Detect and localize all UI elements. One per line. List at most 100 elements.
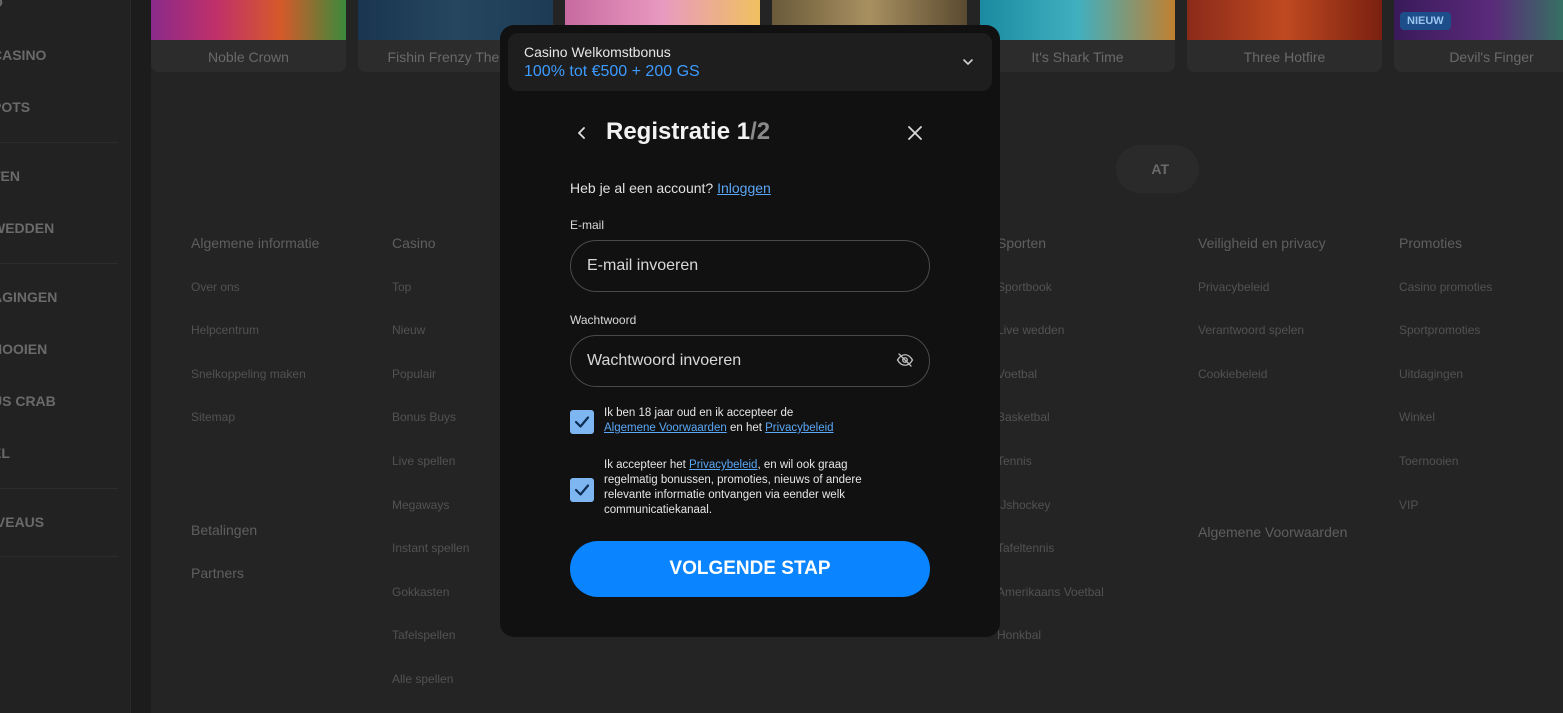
footer-link[interactable]: Amerikaans Voetbal (997, 585, 1104, 599)
footer-heading: Promoties (1399, 235, 1463, 251)
game-card[interactable]: Three Hotfire (1187, 0, 1382, 72)
sidebar-divider (0, 488, 118, 489)
footer-heading: Veiligheid en privacy (1198, 235, 1326, 251)
game-card[interactable]: Noble Crown (151, 0, 346, 72)
footer-link[interactable]: Over ons (191, 280, 240, 294)
new-badge: NIEUW (1400, 12, 1451, 30)
close-icon[interactable] (903, 121, 927, 145)
game-thumbnail (1187, 0, 1382, 40)
privacy-link[interactable]: Privacybeleid (765, 422, 833, 434)
footer-link[interactable]: Helpcentrum (191, 323, 259, 337)
footer-link[interactable]: Snelkoppeling maken (191, 367, 306, 381)
email-label: E-mail (570, 218, 605, 232)
footer-link[interactable]: VIP (1399, 498, 1418, 512)
sidebar-item-jackpots[interactable]: POTS (0, 99, 30, 115)
footer-link[interactable]: Toernooien (1399, 454, 1458, 468)
footer-link[interactable]: Casino promoties (1399, 280, 1492, 294)
footer-link[interactable]: Sitemap (191, 410, 235, 424)
chat-button[interactable]: AT (1116, 145, 1199, 193)
footer-payments-link[interactable]: Betalingen (191, 522, 257, 538)
game-name: Noble Crown (208, 49, 289, 65)
footer-link[interactable]: Alle spellen (392, 672, 453, 686)
footer-link[interactable]: Tafelspellen (392, 628, 455, 642)
sidebar-item-top[interactable]: O (0, 0, 3, 10)
footer-link[interactable]: Basketbal (997, 410, 1050, 424)
sidebar-divider (0, 142, 118, 143)
footer-heading: Casino (392, 235, 436, 251)
footer-heading: Sporten (997, 235, 1047, 251)
back-arrow-icon[interactable] (570, 121, 594, 145)
footer-link[interactable]: Winkel (1399, 410, 1435, 424)
bonus-value: 100% tot €500 + 200 GS (524, 63, 700, 80)
next-step-button[interactable]: VOLGENDE STAP (570, 541, 930, 597)
footer-link[interactable]: Uitdagingen (1399, 367, 1463, 381)
footer-link[interactable]: Verantwoord spelen (1198, 323, 1304, 337)
step-total: /2 (750, 118, 771, 145)
footer-link[interactable]: Honkbal (997, 628, 1041, 642)
sidebar-item-crab[interactable]: US CRAB (0, 393, 56, 409)
checkmark-icon (574, 484, 590, 496)
footer-link[interactable]: Live spellen (392, 454, 455, 468)
chevron-down-icon[interactable] (960, 54, 976, 70)
footer-link[interactable]: Tennis (997, 454, 1032, 468)
modal-title: Registratie 1/2 (606, 118, 770, 146)
sidebar: O CASINO POTS TEN WEDDEN AGINGEN NOOIEN … (0, 0, 131, 713)
game-card[interactable]: NIEUW Devil's Finger (1394, 0, 1563, 72)
sidebar-item-shop[interactable]: EL (0, 445, 10, 461)
game-thumbnail (151, 0, 346, 40)
footer-link[interactable]: Bonus Buys (392, 410, 456, 424)
email-field[interactable] (570, 240, 930, 292)
title-text: Registratie (606, 118, 737, 145)
sidebar-divider (0, 556, 118, 557)
consent2-prefix: Ik accepteer het (604, 459, 686, 471)
footer-link[interactable]: Megaways (392, 498, 449, 512)
marketing-consent-checkbox[interactable] (570, 478, 594, 502)
step-current: 1 (736, 118, 751, 145)
login-link[interactable]: Inloggen (717, 180, 771, 196)
footer-link[interactable]: Voetbal (997, 367, 1037, 381)
sidebar-item-tournaments[interactable]: NOOIEN (0, 341, 47, 357)
age-terms-checkbox[interactable] (570, 410, 594, 434)
footer-link[interactable]: Instant spellen (392, 541, 469, 555)
password-field[interactable] (570, 335, 930, 387)
game-name: Three Hotfire (1243, 49, 1326, 65)
footer-link[interactable]: Live wedden (997, 323, 1064, 337)
footer-link[interactable]: IJshockey (997, 498, 1050, 512)
sidebar-item-sports[interactable]: TEN (0, 168, 20, 184)
footer-link[interactable]: Gokkasten (392, 585, 449, 599)
footer-link[interactable]: Cookiebeleid (1198, 367, 1267, 381)
sidebar-item-live-betting[interactable]: WEDDEN (0, 220, 54, 236)
welcome-bonus-selector[interactable]: Casino Welkomstbonus 100% tot €500 + 200… (508, 33, 992, 91)
footer-terms-link[interactable]: Algemene Voorwaarden (1198, 524, 1347, 540)
consent1-text: Ik ben 18 jaar oud en ik accepteer de (604, 407, 794, 419)
bonus-title: Casino Welkomstbonus (524, 44, 671, 60)
eye-off-icon[interactable] (896, 351, 914, 369)
sidebar-item-levels[interactable]: IVEAUS (0, 514, 44, 530)
footer-link[interactable]: Tafeltennis (997, 541, 1054, 555)
footer-heading: Algemene informatie (191, 235, 320, 251)
footer-link[interactable]: Top (392, 280, 411, 294)
footer-link[interactable]: Populair (392, 367, 436, 381)
marketing-consent-text: Ik accepteer het Privacybeleid, en wil o… (604, 458, 894, 518)
consent1-and: en het (729, 422, 762, 434)
footer-link[interactable]: Nieuw (392, 323, 425, 337)
game-thumbnail (980, 0, 1175, 40)
sidebar-divider (0, 263, 118, 264)
game-card[interactable]: It's Shark Time (980, 0, 1175, 72)
terms-link[interactable]: Algemene Voorwaarden (604, 422, 727, 434)
password-label: Wachtwoord (570, 313, 637, 327)
privacy-link[interactable]: Privacybeleid (689, 459, 757, 471)
game-name: It's Shark Time (1031, 49, 1124, 65)
login-prompt-text: Heb je al een account? (570, 180, 714, 196)
footer-link[interactable]: Privacybeleid (1198, 280, 1269, 294)
footer-link[interactable]: Sportbook (997, 280, 1052, 294)
footer-partners-link[interactable]: Partners (191, 565, 244, 581)
footer-link[interactable]: Sportpromoties (1399, 323, 1480, 337)
login-prompt: Heb je al een account? Inloggen (570, 180, 771, 196)
checkmark-icon (574, 416, 590, 428)
age-terms-text: Ik ben 18 jaar oud en ik accepteer de Alg… (604, 406, 904, 436)
sidebar-item-casino[interactable]: CASINO (0, 47, 46, 63)
registration-modal: Casino Welkomstbonus 100% tot €500 + 200… (500, 25, 1000, 637)
sidebar-item-challenges[interactable]: AGINGEN (0, 289, 57, 305)
game-name: Devil's Finger (1449, 49, 1534, 65)
